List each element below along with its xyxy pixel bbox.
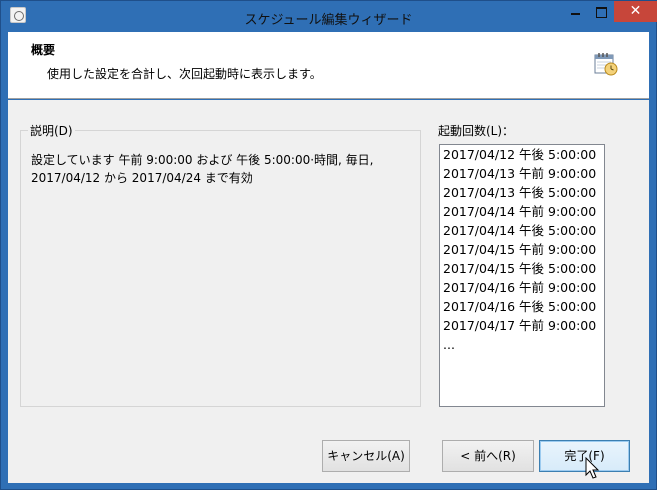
header-title: 概要 — [31, 43, 56, 57]
mouse-pointer-icon — [585, 457, 600, 479]
list-item[interactable]: 2017/04/12 午後 5:00:00 — [440, 145, 604, 164]
list-item[interactable]: 2017/04/16 午前 9:00:00 — [440, 278, 604, 297]
description-line-1: 設定しています 午前 9:00:00 および 午後 5:00:00·時間, 毎日… — [31, 153, 374, 167]
list-item[interactable]: 2017/04/13 午前 9:00:00 — [440, 164, 604, 183]
description-line-2: 2017/04/12 から 2017/04/24 まで有効 — [31, 171, 253, 185]
close-button[interactable]: ✕ — [614, 1, 657, 22]
maximize-button[interactable] — [588, 1, 614, 22]
list-item[interactable]: 2017/04/15 午前 9:00:00 — [440, 240, 604, 259]
list-item[interactable]: 2017/04/14 午後 5:00:00 — [440, 221, 604, 240]
calendar-clock-icon — [594, 53, 618, 76]
list-item-ellipsis[interactable]: ... — [440, 335, 604, 354]
wizard-content: 説明(D) 設定しています 午前 9:00:00 および 午後 5:00:00·… — [8, 100, 649, 483]
list-item[interactable]: 2017/04/14 午前 9:00:00 — [440, 202, 604, 221]
title-bar[interactable]: スケジュール編集ウィザード ✕ — [1, 1, 657, 32]
description-text: 設定しています 午前 9:00:00 および 午後 5:00:00·時間, 毎日… — [31, 151, 411, 187]
cancel-button[interactable]: キャンセル(A) — [322, 440, 410, 472]
description-label: 説明(D) — [28, 122, 75, 139]
wizard-header: 概要 使用した設定を合計し、次回起動時に表示します。 — [8, 32, 649, 99]
list-item[interactable]: 2017/04/17 午前 9:00:00 — [440, 316, 604, 335]
list-item[interactable]: 2017/04/16 午後 5:00:00 — [440, 297, 604, 316]
minimize-button[interactable] — [562, 1, 588, 22]
run-times-listbox[interactable]: 2017/04/12 午後 5:00:00 2017/04/13 午前 9:00… — [439, 144, 605, 407]
back-button[interactable]: < 前へ(R) — [442, 440, 534, 472]
window-title: スケジュール編集ウィザード — [244, 13, 413, 28]
wizard-window: スケジュール編集ウィザード ✕ 概要 使用した設定を合計し、次回起動時に表示しま… — [0, 0, 657, 490]
list-item[interactable]: 2017/04/13 午後 5:00:00 — [440, 183, 604, 202]
run-times-label: 起動回数(L)： — [438, 124, 515, 138]
header-subtitle: 使用した設定を合計し、次回起動時に表示します。 — [47, 67, 322, 81]
list-item[interactable]: 2017/04/15 午後 5:00:00 — [440, 259, 604, 278]
